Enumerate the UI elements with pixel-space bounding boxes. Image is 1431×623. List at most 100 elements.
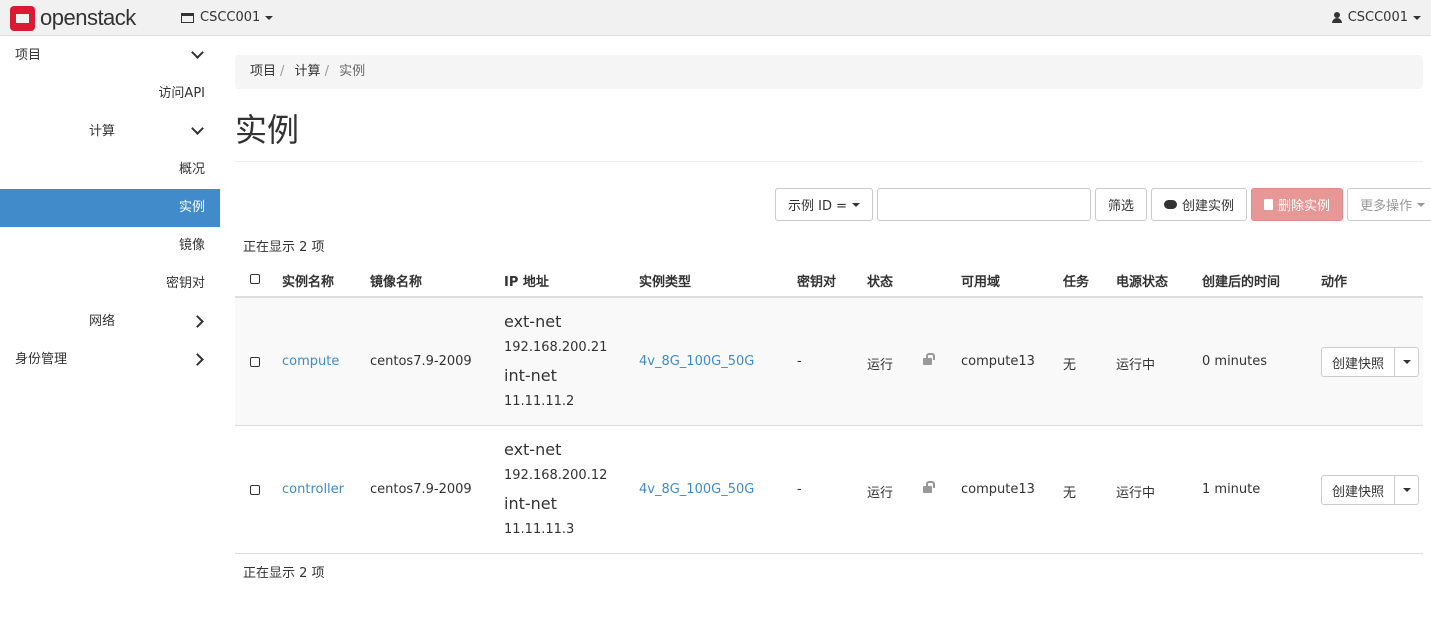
sidebar-item-label: 概况 bbox=[178, 162, 205, 177]
column-header: 动作 bbox=[1321, 275, 1348, 290]
sidebar-item-label: 网络 bbox=[89, 314, 116, 329]
chevron-right-icon bbox=[191, 353, 204, 366]
row-actions-dropdown[interactable] bbox=[1395, 347, 1420, 377]
sidebar-item-label: 计算 bbox=[89, 124, 116, 139]
table-row: compute centos7.9-2009 ext-net 192.168.2… bbox=[235, 298, 1423, 426]
trash-icon bbox=[1264, 199, 1274, 210]
network-name: int-net bbox=[504, 494, 557, 513]
status: 运行 bbox=[867, 358, 894, 373]
status: 运行 bbox=[867, 486, 894, 501]
table-toolbar: 示例 ID = 筛选 创建实例 删除实例 更多操作 bbox=[771, 188, 1431, 221]
caret-down-icon bbox=[1413, 15, 1421, 20]
row-checkbox[interactable] bbox=[250, 357, 260, 367]
sidebar-item-network[interactable]: 网络 bbox=[0, 303, 220, 341]
page-title: 实例 bbox=[235, 111, 300, 149]
caret-down-icon bbox=[1402, 360, 1411, 364]
sidebar-item-label: 实例 bbox=[178, 200, 205, 215]
column-header[interactable]: 创建后的时间 bbox=[1202, 271, 1280, 290]
instance-name-link[interactable]: controller bbox=[282, 482, 344, 497]
column-header[interactable]: 状态 bbox=[867, 271, 893, 290]
breadcrumb-item[interactable]: 计算 bbox=[295, 64, 321, 79]
flavor-link[interactable]: 4v_8G_100G_50G bbox=[639, 482, 754, 497]
sidebar-item-label: 密钥对 bbox=[165, 276, 205, 291]
flavor-link[interactable]: 4v_8G_100G_50G bbox=[639, 354, 754, 369]
row-actions: 创建快照 bbox=[1321, 347, 1420, 377]
power-state: 运行中 bbox=[1116, 358, 1156, 373]
network-name: ext-net bbox=[504, 312, 562, 331]
row-actions: 创建快照 bbox=[1321, 475, 1420, 505]
image-name: centos7.9-2009 bbox=[370, 482, 472, 497]
sidebar-item-identity[interactable]: 身份管理 bbox=[0, 341, 220, 379]
column-header[interactable]: 实例类型 bbox=[639, 271, 691, 290]
task: 无 bbox=[1063, 358, 1077, 373]
sidebar-item-instances[interactable]: 实例 bbox=[0, 189, 220, 227]
breadcrumb-item[interactable]: 项目 bbox=[250, 64, 276, 79]
sidebar-item-project[interactable]: 项目 bbox=[0, 37, 220, 75]
user-name: CSCC001 bbox=[1347, 10, 1408, 25]
age: 1 minute bbox=[1202, 482, 1261, 497]
item-count-bottom: 正在显示 2 项 bbox=[243, 566, 325, 581]
project-icon bbox=[181, 12, 194, 23]
network-name: ext-net bbox=[504, 440, 562, 459]
create-instance-button[interactable]: 创建实例 bbox=[1151, 188, 1248, 221]
sidebar-item-overview[interactable]: 概况 bbox=[0, 151, 220, 189]
item-count-top: 正在显示 2 项 bbox=[243, 240, 325, 255]
sidebar-item-api-access[interactable]: 访问API bbox=[0, 75, 220, 113]
caret-down-icon bbox=[852, 202, 861, 207]
breadcrumb-separator: / bbox=[324, 64, 329, 79]
breadcrumb-separator: / bbox=[280, 64, 285, 79]
column-header[interactable]: IP 地址 bbox=[504, 271, 549, 290]
project-switcher[interactable]: CSCC001 bbox=[181, 10, 274, 25]
chevron-right-icon bbox=[191, 315, 204, 328]
instance-name-link[interactable]: compute bbox=[282, 354, 339, 369]
table-row: controller centos7.9-2009 ext-net 192.16… bbox=[235, 426, 1423, 554]
table-header: 实例名称 镜像名称 IP 地址 实例类型 密钥对 状态 可用域 任务 电源状态 … bbox=[235, 260, 1423, 298]
filter-button-label: 筛选 bbox=[1108, 199, 1135, 214]
column-header[interactable]: 实例名称 bbox=[282, 271, 334, 290]
sidebar-item-label: 身份管理 bbox=[15, 352, 68, 367]
network-name: int-net bbox=[504, 366, 557, 385]
keypair: - bbox=[797, 354, 802, 369]
ip-addresses: ext-net 192.168.200.21 int-net 11.11.11.… bbox=[504, 312, 607, 420]
sidebar-item-compute[interactable]: 计算 bbox=[0, 113, 220, 151]
create-snapshot-button[interactable]: 创建快照 bbox=[1321, 475, 1396, 505]
filter-button[interactable]: 筛选 bbox=[1095, 188, 1148, 221]
sidebar: 项目 访问API 计算 概况 实例 镜像 密钥对 网络 身份管理 bbox=[0, 37, 220, 379]
openstack-logo[interactable]: openstack bbox=[10, 5, 136, 31]
filter-field-select[interactable]: 示例 ID = bbox=[775, 188, 874, 221]
sidebar-item-label: 访问API bbox=[158, 86, 205, 101]
instances-table: 实例名称 镜像名称 IP 地址 实例类型 密钥对 状态 可用域 任务 电源状态 … bbox=[235, 260, 1423, 554]
column-header[interactable]: 可用域 bbox=[961, 271, 1000, 290]
sidebar-item-keypairs[interactable]: 密钥对 bbox=[0, 265, 220, 303]
user-menu[interactable]: CSCC001 bbox=[1331, 10, 1421, 25]
sidebar-item-images[interactable]: 镜像 bbox=[0, 227, 220, 265]
delete-instance-button[interactable]: 删除实例 bbox=[1251, 188, 1344, 221]
row-checkbox[interactable] bbox=[250, 485, 260, 495]
more-actions-label: 更多操作 bbox=[1360, 199, 1413, 214]
filter-field-label: 示例 ID = bbox=[788, 199, 848, 214]
column-header[interactable]: 镜像名称 bbox=[370, 271, 422, 290]
create-snapshot-button[interactable]: 创建快照 bbox=[1321, 347, 1396, 377]
divider bbox=[235, 161, 1423, 162]
ip-address: 11.11.11.3 bbox=[504, 522, 575, 537]
row-actions-dropdown[interactable] bbox=[1395, 475, 1420, 505]
ip-address: 192.168.200.21 bbox=[504, 340, 608, 355]
top-navbar: openstack CSCC001 CSCC001 bbox=[0, 0, 1431, 36]
project-name: CSCC001 bbox=[200, 10, 261, 25]
ip-addresses: ext-net 192.168.200.12 int-net 11.11.11.… bbox=[504, 440, 607, 548]
task: 无 bbox=[1063, 486, 1077, 501]
filter-input[interactable] bbox=[877, 188, 1092, 221]
image-name: centos7.9-2009 bbox=[370, 354, 472, 369]
cloud-upload-icon bbox=[1164, 200, 1178, 209]
column-header[interactable]: 密钥对 bbox=[797, 271, 836, 290]
chevron-down-icon bbox=[191, 46, 204, 59]
power-state: 运行中 bbox=[1116, 486, 1156, 501]
select-all-checkbox[interactable] bbox=[250, 274, 260, 284]
more-actions-button[interactable]: 更多操作 bbox=[1347, 188, 1431, 221]
column-header[interactable]: 任务 bbox=[1063, 271, 1089, 290]
unlock-icon bbox=[923, 353, 935, 365]
caret-down-icon bbox=[265, 15, 274, 20]
sidebar-item-label: 项目 bbox=[15, 48, 42, 63]
delete-instance-label: 删除实例 bbox=[1278, 199, 1331, 214]
column-header[interactable]: 电源状态 bbox=[1116, 271, 1168, 290]
